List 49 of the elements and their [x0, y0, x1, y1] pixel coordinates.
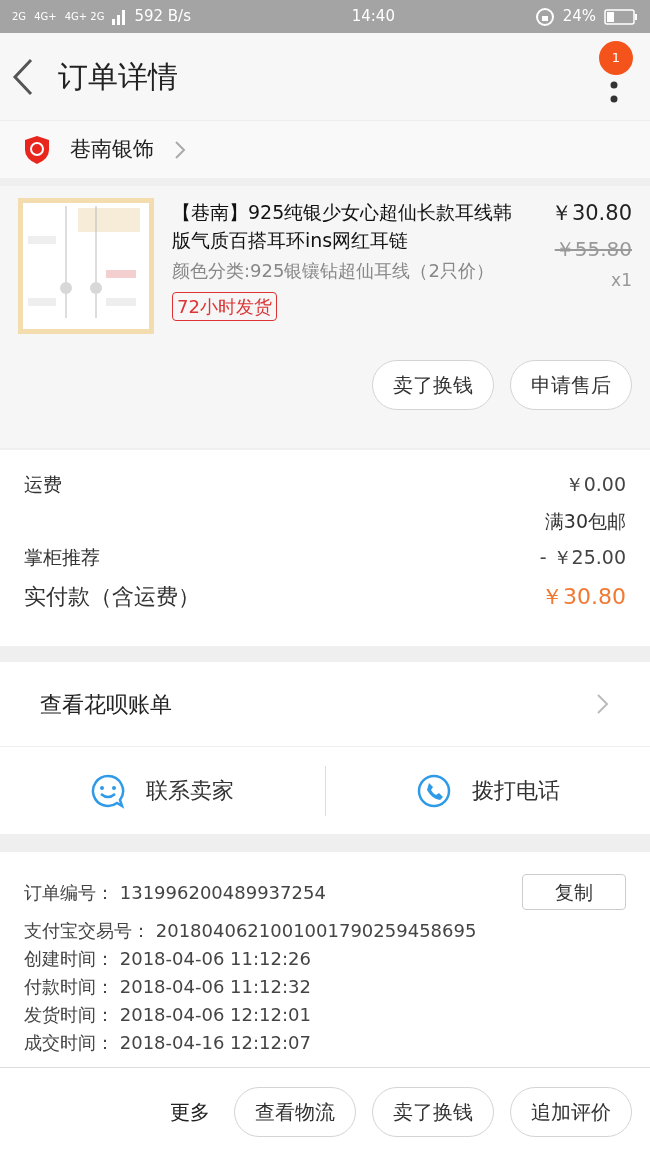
- battery-percent: 24%: [562, 6, 596, 28]
- huabei-row[interactable]: 查看花呗账单: [0, 662, 650, 747]
- order-action-button[interactable]: 查看物流: [234, 1086, 356, 1137]
- signal-icon: [112, 8, 127, 25]
- more-label[interactable]: 更多: [170, 1096, 210, 1127]
- network-label: 4G+ 2G: [64, 10, 105, 24]
- chevron-right-icon: [174, 139, 186, 160]
- order-action-button[interactable]: 卖了换钱: [372, 1086, 494, 1137]
- network-label: 2G: [12, 10, 27, 24]
- page-title: 订单详情: [58, 58, 178, 96]
- copy-button[interactable]: 复制: [522, 874, 626, 910]
- order-field: 付款时间： 2018-04-06 11:12:32: [24, 972, 311, 1000]
- clock: 14:40: [350, 6, 396, 28]
- more-icon[interactable]: [610, 80, 618, 105]
- original-price: ￥55.80: [554, 235, 632, 263]
- cost-label: 掌柜推荐: [24, 545, 100, 570]
- chevron-right-icon: [596, 693, 610, 715]
- rotation-lock-icon: [534, 6, 555, 27]
- cost-note: 满30包邮: [544, 508, 626, 534]
- order-field: 支付宝交易号： 2018040621001001790259458695: [24, 916, 477, 944]
- back-icon[interactable]: [12, 57, 34, 96]
- cost-value: ￥0.00: [564, 472, 626, 497]
- quantity: x1: [611, 268, 632, 292]
- network-speed: 592 B/s: [134, 6, 191, 28]
- shop-row[interactable]: 巷南银饰: [0, 120, 650, 178]
- chat-icon: [90, 772, 127, 809]
- cost-value: ￥30.80: [541, 582, 626, 611]
- action-button[interactable]: 申请售后: [510, 360, 632, 410]
- cost-label: 实付款（含运费）: [24, 582, 200, 611]
- product-title: 【巷南】925纯银少女心超仙长款耳线韩版气质百搭耳环ins网红耳链: [172, 200, 514, 253]
- order-field: 创建时间： 2018-04-06 11:12:26: [24, 944, 311, 972]
- network-label: 4G+: [34, 10, 57, 24]
- order-action-button[interactable]: 追加评价: [510, 1086, 632, 1137]
- shipping-tag: 72小时发货: [172, 292, 277, 321]
- product-price: ￥30.80: [550, 200, 632, 227]
- battery-icon: [604, 8, 638, 25]
- cost-label: 运费: [24, 472, 62, 497]
- order-field: 订单编号： 131996200489937254: [24, 878, 326, 906]
- shield-icon: [24, 134, 50, 165]
- shop-name: 巷南银饰: [70, 135, 154, 163]
- phone-icon: [415, 772, 452, 809]
- contact-button[interactable]: 联系卖家: [0, 765, 325, 816]
- action-button[interactable]: 卖了换钱: [372, 360, 494, 410]
- product-variant: 颜色分类:925银镶钻超仙耳线（2只价）: [172, 259, 495, 283]
- order-field: 发货时间： 2018-04-06 12:12:01: [24, 1000, 311, 1028]
- cost-value: - ￥25.00: [539, 545, 626, 570]
- contact-button[interactable]: 拨打电话: [324, 765, 650, 816]
- order-field: 成交时间： 2018-04-16 12:12:07: [24, 1028, 311, 1056]
- notification-badge: 1: [599, 41, 633, 75]
